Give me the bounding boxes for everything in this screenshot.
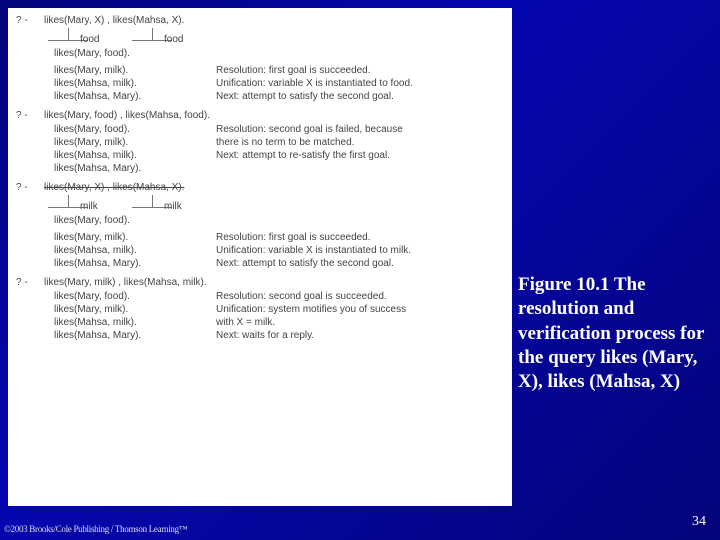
prompt: ? -: [16, 181, 44, 195]
explanation: Resolution: second goal is failed, becau…: [216, 123, 504, 175]
clause-line: likes(Mahsa, milk).: [16, 316, 216, 329]
explanation-line: Unification: variable X is instantiated …: [216, 77, 504, 90]
prompt: ? -: [16, 276, 44, 290]
unification-tree: food food likes(Mary, food).: [44, 28, 504, 64]
clause-line: likes(Mary, milk).: [16, 64, 216, 77]
clause-line: likes(Mahsa, Mary).: [16, 162, 216, 175]
page-number: 34: [692, 514, 706, 530]
explanation-line: there is no term to be matched.: [216, 136, 504, 149]
explanation: Resolution: first goal is succeeded.Unif…: [216, 64, 504, 103]
explanation-line: Next: attempt to satisfy the second goal…: [216, 257, 504, 270]
clause-line: likes(Mary, food).: [16, 290, 216, 303]
explanation-line: with X = milk.: [216, 316, 504, 329]
figure-caption: Figure 10.1 The resolution and verificat…: [518, 273, 708, 395]
query-text: likes(Mary, milk) , likes(Mahsa, milk).: [44, 276, 207, 290]
prompt: ? -: [16, 109, 44, 123]
explanation-line: Unification: system motifies you of succ…: [216, 303, 504, 316]
prompt: ? -: [16, 14, 44, 28]
tree-right-word: food: [164, 34, 183, 45]
explanation-line: Resolution: first goal is succeeded.: [216, 64, 504, 77]
knowledge-base: likes(Mary, milk).likes(Mahsa, milk).lik…: [16, 231, 216, 270]
knowledge-base: likes(Mary, milk).likes(Mahsa, milk).lik…: [16, 64, 216, 103]
explanation-line: Resolution: second goal is succeeded.: [216, 290, 504, 303]
query-row: ? -likes(Mary, milk) , likes(Mahsa, milk…: [16, 276, 504, 290]
clause-line: likes(Mahsa, Mary).: [16, 90, 216, 103]
explanation-line: Resolution: second goal is failed, becau…: [216, 123, 504, 136]
clause-line: likes(Mary, milk).: [16, 136, 216, 149]
knowledge-base: likes(Mary, food).likes(Mary, milk).like…: [16, 123, 216, 175]
clause-line: likes(Mary, milk).: [16, 231, 216, 244]
tree-left-word: food: [80, 34, 99, 45]
knowledge-base: likes(Mary, food).likes(Mary, milk).like…: [16, 290, 216, 342]
clause-line: likes(Mahsa, milk).: [16, 149, 216, 162]
tree-left-under: likes(Mary, food).: [54, 215, 130, 226]
query-text: likes(Mary, food) , likes(Mahsa, food).: [44, 109, 210, 123]
explanation-line: Next: attempt to satisfy the second goal…: [216, 90, 504, 103]
clause-line: likes(Mahsa, Mary).: [16, 257, 216, 270]
clause-line: likes(Mahsa, milk).: [16, 244, 216, 257]
explanation-line: Resolution: first goal is succeeded.: [216, 231, 504, 244]
query-text: likes(Mary, X) , likes(Mahsa, X).: [44, 14, 184, 28]
resolution-step: ? -likes(Mary, X) , likes(Mahsa, X).food…: [16, 14, 504, 103]
explanation: Resolution: first goal is succeeded.Unif…: [216, 231, 504, 270]
explanation-line: Next: waits for a reply.: [216, 329, 504, 342]
clause-line: likes(Mary, milk).: [16, 303, 216, 316]
query-row: ? -likes(Mary, food) , likes(Mahsa, food…: [16, 109, 504, 123]
explanation: Resolution: second goal is succeeded.Uni…: [216, 290, 504, 342]
resolution-step: ? -likes(Mary, food) , likes(Mahsa, food…: [16, 109, 504, 175]
tree-left-word: milk: [80, 201, 98, 212]
tree-right-word: milk: [164, 201, 182, 212]
query-row: ? -likes(Mary, X) , likes(Mahsa, X).: [16, 14, 504, 28]
copyright-text: ©2003 Brooks/Cole Publishing / Thomson L…: [4, 524, 187, 534]
explanation-line: Next: attempt to re-satisfy the first go…: [216, 149, 504, 162]
clause-line: likes(Mary, food).: [16, 123, 216, 136]
query-text: likes(Mary, X) , likes(Mahsa, X).: [44, 181, 184, 195]
resolution-step: ? -likes(Mary, X) , likes(Mahsa, X).milk…: [16, 181, 504, 270]
unification-tree: milk milk likes(Mary, food).: [44, 195, 504, 231]
resolution-step: ? -likes(Mary, milk) , likes(Mahsa, milk…: [16, 276, 504, 342]
clause-line: likes(Mahsa, Mary).: [16, 329, 216, 342]
explanation-line: Unification: variable X is instantiated …: [216, 244, 504, 257]
clause-line: likes(Mahsa, milk).: [16, 77, 216, 90]
tree-left-under: likes(Mary, food).: [54, 48, 130, 59]
resolution-diagram: ? -likes(Mary, X) , likes(Mahsa, X).food…: [8, 8, 512, 506]
query-row: ? -likes(Mary, X) , likes(Mahsa, X).: [16, 181, 504, 195]
